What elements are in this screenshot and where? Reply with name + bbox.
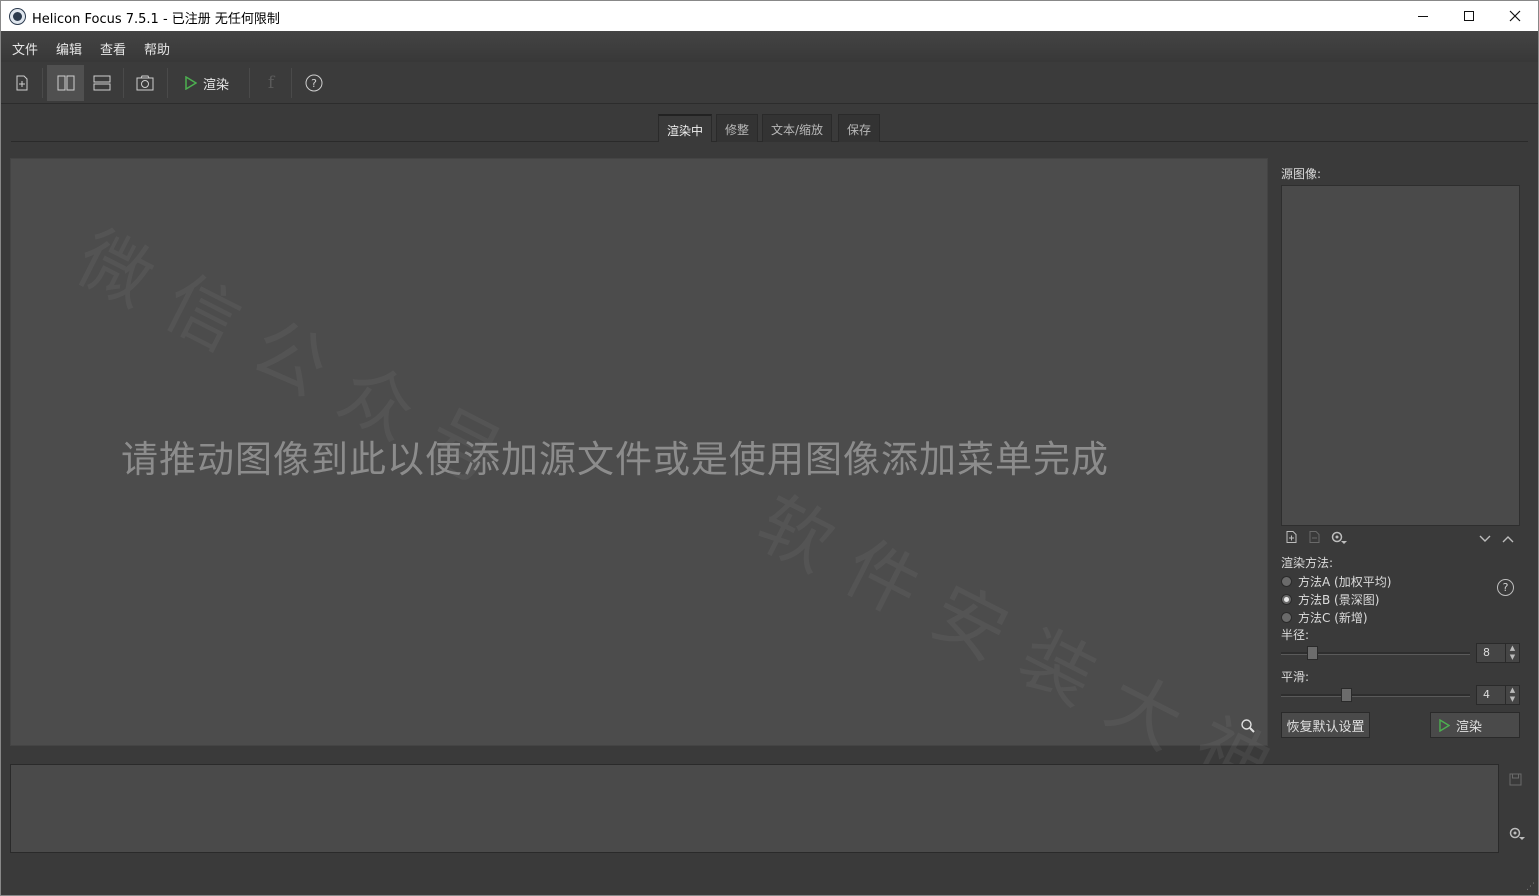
tab-text-scale[interactable]: 文本/缩放 [762, 114, 833, 142]
close-button[interactable] [1492, 1, 1538, 31]
menu-bar: 文件 编辑 查看 帮助 [0, 31, 1539, 62]
minimize-icon [1418, 15, 1428, 17]
maximize-button[interactable] [1446, 1, 1492, 31]
menu-help[interactable]: 帮助 [144, 39, 170, 58]
radius-slider-thumb[interactable] [1307, 646, 1318, 660]
add-file-icon [1286, 531, 1297, 543]
log-settings-button[interactable] [1509, 827, 1525, 844]
method-c-label: 方法C (新增) [1298, 611, 1368, 625]
method-b-label: 方法B (景深图) [1298, 593, 1380, 607]
move-up-button[interactable] [1502, 532, 1514, 546]
spin-arrows-icon[interactable]: ▲ ▼ [1505, 644, 1519, 662]
radius-spinbox[interactable]: 8 ▲ ▼ [1476, 643, 1520, 663]
help-circle-icon: ? [305, 74, 323, 92]
tab-strip: 渲染中 修整 文本/缩放 保存 [0, 104, 1539, 142]
split-vertical-button[interactable] [47, 65, 84, 101]
radius-label: 半径: [1281, 628, 1310, 642]
help-button[interactable]: ? [299, 65, 329, 101]
tab-retouch[interactable]: 修整 [716, 114, 759, 142]
facebook-icon: f [267, 73, 275, 93]
source-settings-button[interactable] [1331, 531, 1347, 548]
method-help-icon[interactable]: ? [1497, 579, 1514, 596]
drop-hint-text: 请推动图像到此以便添加源文件或是使用图像添加菜单完成 [121, 438, 1109, 481]
add-images-button[interactable] [7, 65, 37, 101]
method-a-label: 方法A (加权平均) [1298, 575, 1392, 589]
toolbar: 渲染 f ? [0, 62, 1539, 104]
render-toolbar-button[interactable]: 渲染 [179, 65, 235, 101]
render-method-label: 渲染方法: [1281, 556, 1334, 570]
move-down-button[interactable] [1479, 532, 1491, 546]
split-horizontal-icon [93, 75, 111, 91]
play-icon [1439, 718, 1450, 732]
radio-button-checked[interactable] [1281, 594, 1292, 605]
add-source-button[interactable] [1286, 531, 1297, 546]
resize-grip-icon[interactable]: ⋰ [1526, 882, 1535, 892]
menu-view[interactable]: 查看 [100, 39, 126, 58]
svg-text:?: ? [311, 77, 317, 90]
smoothing-label: 平滑: [1281, 670, 1310, 684]
radio-button[interactable] [1281, 576, 1292, 587]
tab-rendering[interactable]: 渲染中 [658, 114, 713, 142]
magnifier-icon [1241, 719, 1255, 733]
chevron-up-icon [1502, 536, 1514, 543]
radius-value: 8 [1483, 646, 1490, 659]
minimize-button[interactable] [1400, 1, 1446, 31]
split-vertical-icon [57, 75, 74, 91]
app-icon [10, 9, 25, 24]
zoom-button[interactable] [1241, 719, 1255, 736]
source-images-label: 源图像: [1281, 167, 1322, 181]
source-image-list[interactable] [1281, 185, 1520, 526]
remove-source-button[interactable] [1309, 531, 1320, 546]
render-label: 渲染 [202, 77, 229, 93]
method-b-radio[interactable]: 方法B (景深图) [1281, 591, 1379, 608]
method-c-radio[interactable]: 方法C (新增) [1281, 609, 1368, 626]
camera-button[interactable] [129, 65, 161, 101]
image-drop-area[interactable]: 请推动图像到此以便添加源文件或是使用图像添加菜单完成 [10, 158, 1268, 746]
save-log-button[interactable] [1509, 773, 1522, 789]
title-bar: Helicon Focus 7.5.1 - 已注册 无任何限制 [0, 0, 1539, 31]
render-button-label: 渲染 [1456, 719, 1483, 735]
smoothing-value: 4 [1483, 688, 1490, 701]
camera-icon [136, 75, 154, 91]
remove-file-icon [1309, 531, 1320, 543]
gear-dropdown-icon [1331, 531, 1347, 544]
menu-edit[interactable]: 编辑 [56, 39, 82, 58]
split-horizontal-button[interactable] [86, 65, 118, 101]
play-icon [185, 76, 197, 90]
menu-file[interactable]: 文件 [12, 39, 38, 58]
add-file-icon [16, 75, 28, 91]
tab-save[interactable]: 保存 [838, 114, 881, 142]
radio-button[interactable] [1281, 612, 1292, 623]
reset-defaults-button[interactable]: 恢复默认设置 [1281, 712, 1370, 738]
window-title: Helicon Focus 7.5.1 - 已注册 无任何限制 [32, 12, 280, 27]
smoothing-slider-track[interactable] [1281, 694, 1470, 697]
smoothing-slider-thumb[interactable] [1341, 688, 1352, 702]
facebook-button[interactable]: f [257, 65, 285, 101]
method-a-radio[interactable]: 方法A (加权平均) [1281, 573, 1391, 590]
close-icon [1509, 10, 1521, 22]
maximize-icon [1464, 11, 1474, 21]
log-output-area[interactable] [10, 764, 1499, 853]
chevron-down-icon [1479, 535, 1491, 542]
save-icon [1509, 773, 1522, 786]
spin-arrows-icon[interactable]: ▲ ▼ [1505, 686, 1519, 704]
smoothing-spinbox[interactable]: 4 ▲ ▼ [1476, 685, 1520, 705]
render-button[interactable]: 渲染 [1430, 712, 1520, 738]
gear-dropdown-icon [1509, 827, 1525, 840]
